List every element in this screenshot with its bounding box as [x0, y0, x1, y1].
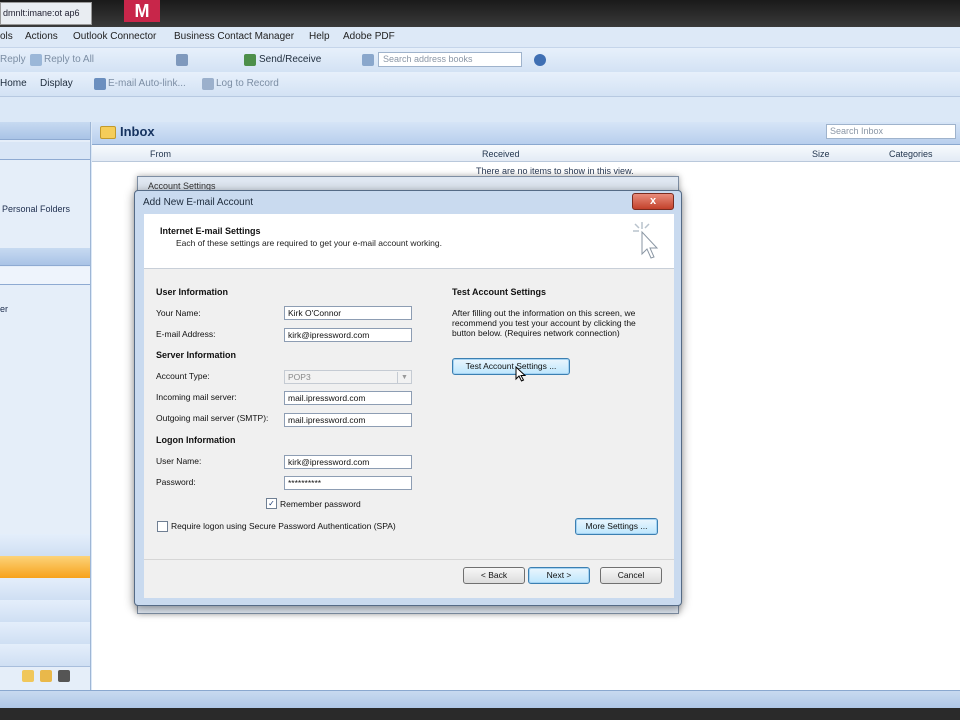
spa-checkbox[interactable]: [157, 521, 168, 532]
menu-actions[interactable]: Actions: [25, 31, 58, 42]
nav-header: [0, 122, 90, 140]
menu-help[interactable]: Help: [309, 31, 330, 42]
shortcuts-icon[interactable]: [40, 670, 52, 682]
chevron-down-icon[interactable]: ▼: [397, 372, 411, 384]
your-name-field[interactable]: Kirk O'Connor: [284, 306, 412, 320]
send-receive-icon: [244, 54, 256, 66]
more-settings-button[interactable]: More Settings ...: [575, 518, 658, 535]
test-description-line-3: button below. (Requires network connecti…: [452, 328, 620, 338]
configure-buttons-icon[interactable]: [58, 670, 70, 682]
nav-section-header: [0, 248, 90, 266]
test-description-line-1: After filling out the information on thi…: [452, 308, 636, 318]
cancel-button[interactable]: Cancel: [600, 567, 662, 584]
dialog-footer: [144, 559, 674, 598]
address-book-icon[interactable]: [362, 54, 374, 66]
log-record-icon: [202, 78, 214, 90]
column-categories[interactable]: Categories: [889, 149, 933, 159]
folder-icon: [100, 126, 116, 139]
remember-password-label[interactable]: Remember password: [280, 499, 361, 509]
contact-manager-toolbar: Home Display E-mail Auto-link... Log to …: [0, 72, 960, 97]
reply-all-icon: [30, 54, 42, 66]
window-tab[interactable]: dmnlt:imane:ot ap6: [0, 2, 92, 25]
column-from[interactable]: From: [150, 149, 171, 159]
your-name-label: Your Name:: [156, 308, 201, 318]
test-description-line-2: recommend you test your account by click…: [452, 318, 636, 328]
column-size[interactable]: Size: [812, 149, 830, 159]
back-button[interactable]: < Back: [463, 567, 525, 584]
incoming-server-field[interactable]: mail.ipressword.com: [284, 391, 412, 405]
test-account-settings-heading: Test Account Settings: [452, 287, 547, 297]
nav-button-3[interactable]: [0, 600, 90, 623]
help-icon[interactable]: [534, 54, 546, 66]
header-subtitle: Each of these settings are required to g…: [176, 238, 443, 248]
nav-button-2[interactable]: [0, 578, 90, 601]
display-dropdown[interactable]: Display: [40, 78, 73, 89]
nav-button-mail-selected[interactable]: [0, 556, 90, 579]
reply-button[interactable]: Reply: [0, 54, 26, 65]
menu-business-contact-manager[interactable]: Business Contact Manager: [174, 31, 294, 42]
home-button[interactable]: Home: [0, 78, 27, 89]
mouse-cursor-icon: [515, 366, 527, 382]
wizard-cursor-icon: [633, 222, 659, 259]
nav-other-label[interactable]: er: [0, 304, 8, 314]
send-receive-button[interactable]: Send/Receive: [259, 54, 321, 65]
email-address-field[interactable]: kirk@ipressword.com: [284, 328, 412, 342]
app-logo[interactable]: M: [124, 0, 160, 22]
server-information-heading: Server Information: [156, 350, 237, 360]
folder-list-icon[interactable]: [22, 670, 34, 682]
log-to-record-button[interactable]: Log to Record: [216, 78, 279, 89]
auto-link-icon: [94, 78, 106, 90]
account-type-label: Account Type:: [156, 371, 210, 381]
address-book-search[interactable]: Search address books: [378, 52, 522, 67]
nav-dropdown-row[interactable]: [0, 267, 90, 285]
nav-button-5[interactable]: [0, 644, 90, 667]
dialog-title: Add New E-mail Account: [143, 197, 254, 208]
next-button[interactable]: Next >: [528, 567, 590, 584]
remember-password-checkbox[interactable]: ✓: [266, 498, 277, 509]
nav-button-1[interactable]: [0, 534, 90, 557]
menu-adobe-pdf[interactable]: Adobe PDF: [343, 31, 395, 42]
password-field[interactable]: **********: [284, 476, 412, 490]
personal-folders-node[interactable]: Personal Folders: [2, 204, 70, 214]
menu-tools[interactable]: ols: [0, 31, 13, 42]
screen-bottom-edge: [0, 708, 960, 720]
reply-all-button[interactable]: Reply to All: [44, 54, 94, 65]
user-name-label: User Name:: [156, 456, 202, 466]
header-title: Internet E-mail Settings: [160, 226, 261, 236]
empty-list-message: There are no items to show in this view.: [476, 166, 634, 176]
user-name-field[interactable]: kirk@ipressword.com: [284, 455, 412, 469]
search-inbox-input[interactable]: Search Inbox: [826, 124, 956, 139]
nav-subheader: [0, 142, 90, 160]
email-address-label: E-mail Address:: [156, 329, 216, 339]
test-account-settings-button[interactable]: Test Account Settings ...: [452, 358, 570, 375]
user-information-heading: User Information: [156, 287, 229, 297]
spa-label[interactable]: Require logon using Secure Password Auth…: [171, 521, 396, 531]
menu-bar: ols Actions Outlook Connector Business C…: [0, 27, 960, 48]
account-type-select[interactable]: POP3: [284, 370, 412, 384]
nav-button-4[interactable]: [0, 622, 90, 645]
incoming-server-label: Incoming mail server:: [156, 392, 237, 402]
outgoing-server-label: Outgoing mail server (SMTP):: [156, 413, 269, 423]
logon-information-heading: Logon Information: [156, 435, 236, 445]
column-header-row: [92, 145, 960, 162]
navigation-pane: Personal Folders er: [0, 122, 91, 690]
status-bar: [0, 690, 960, 709]
inbox-title: Inbox: [120, 124, 155, 139]
column-received[interactable]: Received: [482, 149, 520, 159]
email-auto-link-button[interactable]: E-mail Auto-link...: [108, 78, 186, 89]
outgoing-server-field[interactable]: mail.ipressword.com: [284, 413, 412, 427]
menu-outlook-connector[interactable]: Outlook Connector: [73, 31, 156, 42]
filter-icon[interactable]: [176, 54, 188, 66]
dialog-close-button[interactable]: x: [632, 193, 674, 210]
password-label: Password:: [156, 477, 196, 487]
